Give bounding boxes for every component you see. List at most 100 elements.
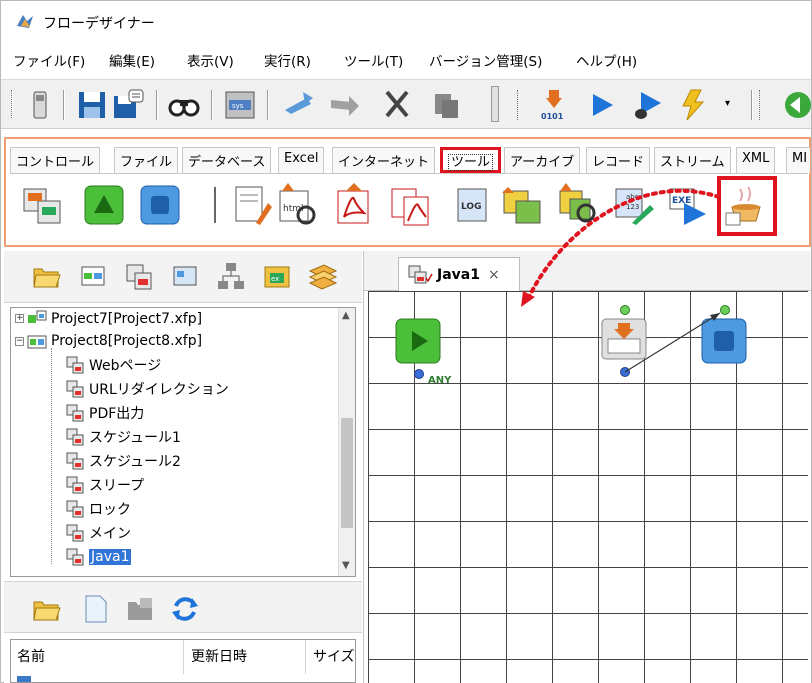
toolbar-grip[interactable]: [11, 90, 13, 118]
find-icon[interactable]: [167, 88, 201, 122]
back-icon[interactable]: [781, 88, 812, 122]
tree-item-schedule2[interactable]: スケジュール2: [65, 450, 181, 472]
chevron-down-icon[interactable]: ▾: [725, 98, 730, 109]
tree-item-project7[interactable]: Project7[Project7.xfp]: [27, 308, 202, 330]
tree-item-project8[interactable]: Project8[Project8.xfp]: [27, 330, 202, 352]
connector-line[interactable]: [368, 291, 808, 411]
flow-file-icon[interactable]: [124, 261, 154, 291]
tab-tool[interactable]: ツール: [440, 147, 502, 173]
flow-icon[interactable]: [20, 183, 64, 227]
column-divider[interactable]: [305, 640, 306, 674]
tab-control[interactable]: コントロール: [10, 147, 101, 173]
tab-record[interactable]: レコード: [586, 147, 651, 173]
tab-database[interactable]: データベース: [182, 147, 272, 173]
menu-run[interactable]: 実行(R): [264, 47, 311, 70]
flow-canvas[interactable]: ANY: [368, 291, 808, 683]
tab-stream[interactable]: ストリーム: [654, 147, 731, 173]
layers-icon[interactable]: [308, 261, 338, 291]
redo-icon[interactable]: [327, 88, 361, 122]
tree-item-java1[interactable]: Java1: [65, 546, 132, 568]
chevron-up-icon[interactable]: ▲: [342, 310, 350, 321]
text-edit-icon[interactable]: abc 123: [612, 183, 656, 227]
tree-item-sleep[interactable]: スリープ: [65, 474, 144, 496]
cut-icon[interactable]: [381, 88, 415, 122]
toolbar-overflow-button[interactable]: [491, 86, 499, 122]
component-palette: コントロール ファイル データベース Excel インターネット ツール アーカ…: [4, 137, 811, 247]
tree-item-main[interactable]: メイン: [65, 522, 131, 544]
pdf-icon[interactable]: [332, 183, 376, 227]
toolbar-grip[interactable]: [517, 90, 519, 120]
tree-item-pdf-output[interactable]: PDF出力: [65, 402, 144, 424]
palette-separator: [214, 187, 216, 223]
tab-internet[interactable]: インターネット: [332, 147, 436, 173]
column-modified[interactable]: 更新日時: [191, 646, 247, 666]
chevron-down-icon[interactable]: ▼: [342, 560, 350, 571]
undo-icon[interactable]: [281, 88, 315, 122]
hierarchy-icon[interactable]: [216, 261, 246, 291]
compile-icon[interactable]: 0101: [537, 88, 571, 122]
menu-view[interactable]: 表示(V): [187, 47, 234, 70]
note-icon[interactable]: [230, 183, 274, 227]
html-icon[interactable]: html: [274, 183, 318, 227]
end-icon[interactable]: [138, 183, 182, 227]
folder-disabled-icon[interactable]: [126, 594, 156, 624]
tab-archive[interactable]: アーカイブ: [504, 147, 581, 173]
tree-item-webpage[interactable]: Webページ: [65, 354, 161, 376]
pdf-merge-icon[interactable]: [388, 183, 432, 227]
phone-icon[interactable]: [23, 88, 57, 122]
excel-box-icon[interactable]: ex: [262, 261, 292, 291]
menu-tool[interactable]: ツール(T): [344, 47, 403, 70]
svg-text:ex: ex: [271, 275, 279, 283]
save-as-icon[interactable]: [111, 88, 145, 122]
flow-file-icon: [66, 356, 84, 374]
close-icon[interactable]: ×: [488, 267, 500, 283]
column-divider[interactable]: [183, 640, 184, 674]
tab-xml[interactable]: XML: [736, 147, 776, 173]
menu-edit[interactable]: 編集(E): [109, 47, 155, 70]
column-size[interactable]: サイズ: [313, 646, 355, 666]
file-table: 名前 更新日時 サイズ: [10, 639, 356, 683]
save-icon[interactable]: [75, 88, 109, 122]
menu-bar: ファイル(F) 編集(E) 表示(V) 実行(R) ツール(T) バージョン管理…: [1, 47, 811, 73]
title-bar: フローデザイナー: [1, 1, 811, 43]
tree-item-schedule1[interactable]: スケジュール1: [65, 426, 181, 448]
folder-icon[interactable]: [32, 594, 62, 624]
table-row[interactable]: [11, 674, 355, 682]
menu-file[interactable]: ファイル(F): [13, 47, 85, 70]
toolbar-separator: [63, 90, 65, 120]
toolbar-grip[interactable]: [759, 90, 761, 120]
column-name[interactable]: 名前: [17, 646, 45, 666]
tree-item-url-redirection[interactable]: URLリダイレクション: [65, 378, 229, 400]
new-file-icon[interactable]: [80, 594, 110, 624]
main-toolbar: sys 0101 ▾: [1, 79, 811, 129]
debug-icon[interactable]: [631, 88, 665, 122]
scrollbar-thumb[interactable]: [341, 418, 353, 528]
copy-icon[interactable]: [429, 88, 463, 122]
sys-icon[interactable]: sys: [223, 88, 257, 122]
module-icon[interactable]: [170, 261, 200, 291]
expand-toggle[interactable]: +: [15, 314, 24, 323]
log-icon[interactable]: LOG: [450, 183, 494, 227]
refresh-icon[interactable]: [170, 594, 200, 624]
start-icon[interactable]: [82, 183, 126, 227]
tab-mi[interactable]: MI: [786, 147, 810, 173]
project-icon: [28, 310, 47, 323]
collapse-toggle[interactable]: −: [15, 337, 24, 346]
build-icon[interactable]: [677, 88, 711, 122]
project-icon[interactable]: [78, 261, 108, 291]
tab-file[interactable]: ファイル: [114, 147, 179, 173]
image-icon[interactable]: [500, 183, 544, 227]
image-search-icon[interactable]: [556, 183, 600, 227]
tree-item-lock[interactable]: ロック: [65, 498, 131, 520]
menu-version-control[interactable]: バージョン管理(S): [429, 47, 542, 70]
svg-text:EXE: EXE: [672, 196, 691, 206]
exe-icon[interactable]: EXE: [666, 183, 710, 227]
tab-excel[interactable]: Excel: [278, 147, 325, 173]
menu-help[interactable]: ヘルプ(H): [576, 47, 637, 70]
open-folder-icon[interactable]: [32, 261, 62, 291]
editor-tab-java1[interactable]: Java1 ×: [398, 257, 520, 292]
tree-scrollbar[interactable]: ▲ ▼: [338, 308, 355, 576]
run-icon[interactable]: [585, 88, 619, 122]
project-tree: + Project7[Project7.xfp] − Project8[Proj…: [10, 307, 356, 577]
project-toolbar: ex: [4, 251, 362, 303]
